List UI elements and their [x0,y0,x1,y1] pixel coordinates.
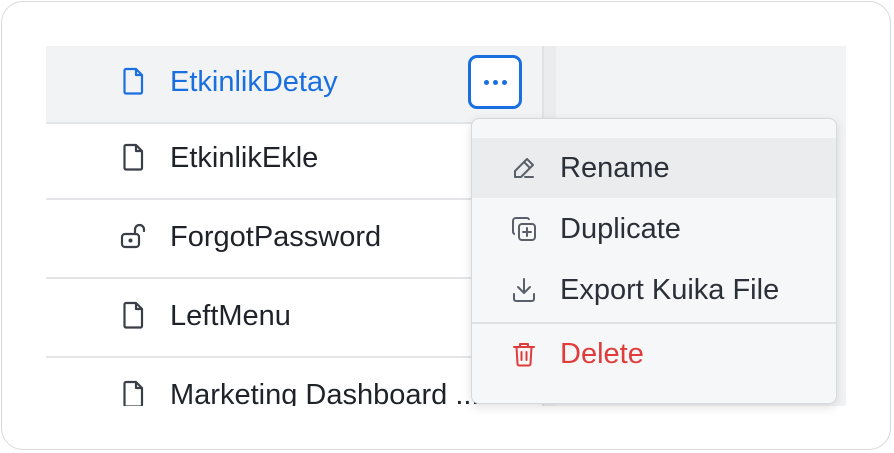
delete-menu-item[interactable]: Delete [472,324,836,384]
download-icon [513,278,535,302]
page-list-item-etkinlikdetay[interactable]: EtkinlikDetay [46,46,542,124]
page-list-item-label: LeftMenu [170,300,291,332]
unlock-icon [120,223,146,249]
dot [501,79,507,85]
page-list-item-label: ForgotPassword [170,221,382,253]
file-icon [123,67,144,95]
page-list-item-label: EtkinlikEkle [170,142,319,174]
rename-menu-item[interactable]: Rename [472,138,836,198]
page-list-item-etkinlikekle[interactable]: EtkinlikEkle [46,122,542,200]
menu-item-label: Duplicate [560,213,681,245]
menu-item-label: Delete [560,338,644,370]
file-icon [123,380,144,406]
pencil-icon [514,158,534,178]
page-list-item-label: Marketing Dashboard ... [170,379,480,406]
dot [483,79,489,85]
page-list-item-marketing-dashboard[interactable]: Marketing Dashboard ... [46,359,542,406]
duplicate-icon [512,217,536,241]
menu-item-label: Export Kuika File [560,274,780,306]
page-list-item-label: EtkinlikDetay [170,66,338,98]
page-list-item-leftmenu[interactable]: LeftMenu [46,280,542,358]
trash-icon [513,343,535,367]
duplicate-menu-item[interactable]: Duplicate [472,199,836,259]
export-kuika-file-menu-item[interactable]: Export Kuika File [472,260,836,320]
dot [492,79,498,85]
context-menu: Rename Duplicate Export Kuika File Delet… [471,118,837,404]
page-list-item-forgotpassword[interactable]: ForgotPassword [46,201,542,279]
more-options-button[interactable] [468,55,522,109]
file-icon [123,143,144,171]
file-icon [123,301,144,329]
menu-item-label: Rename [560,152,670,184]
page-list: EtkinlikDetay EtkinlikEkle ForgotPasswor… [46,46,542,406]
